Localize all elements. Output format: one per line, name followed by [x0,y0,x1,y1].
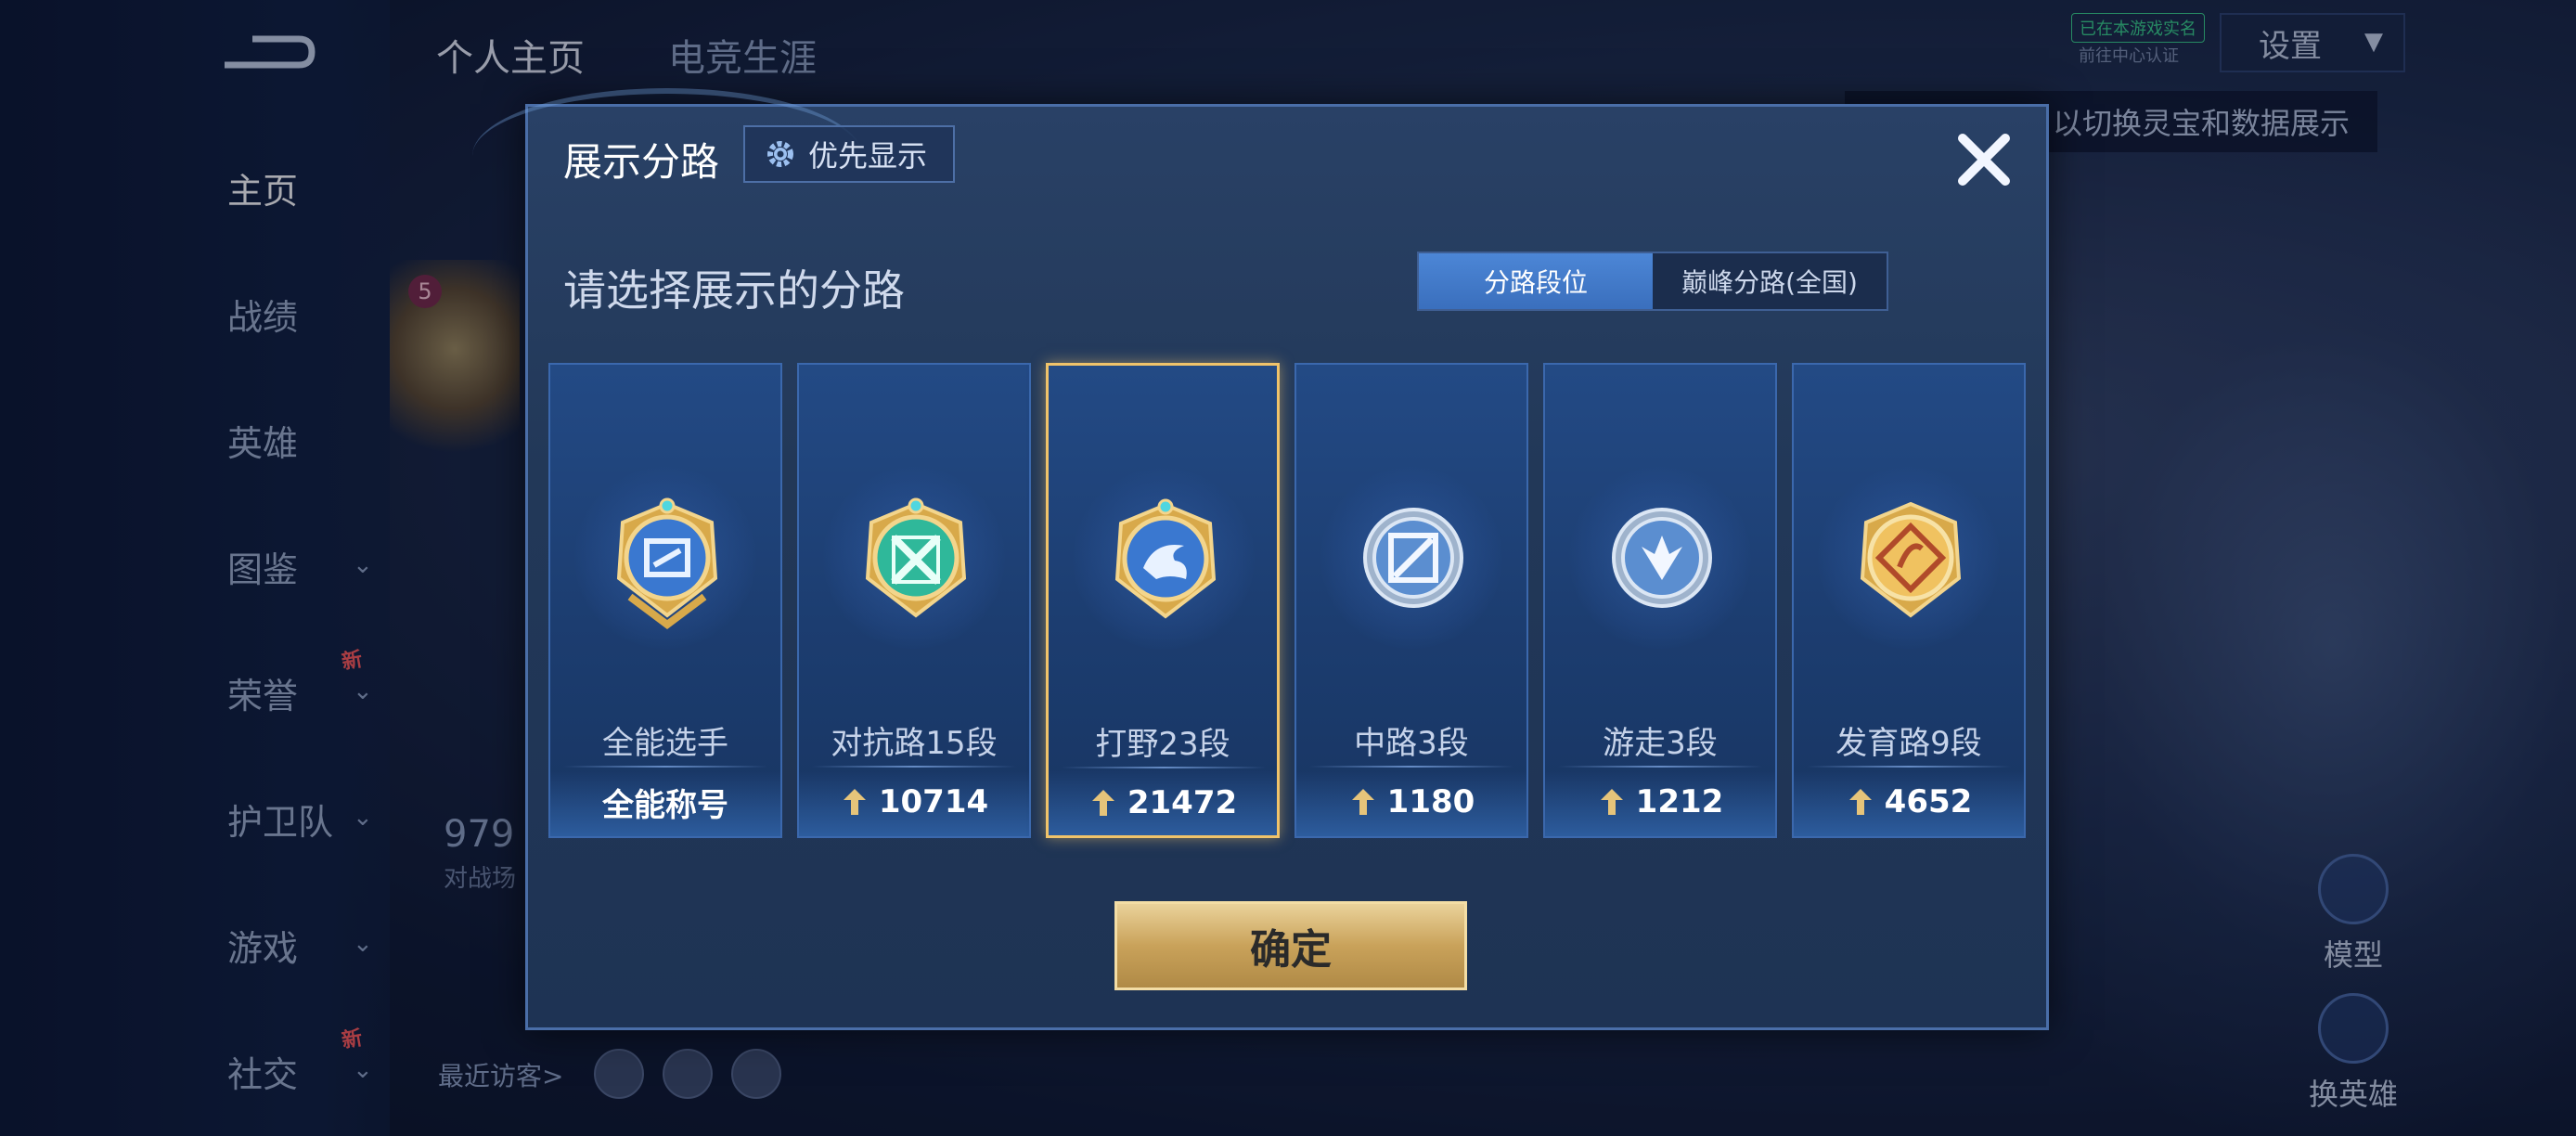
peak-score-icon [1600,789,1623,815]
divider [1062,767,1266,768]
peak-score-icon [1848,789,1872,815]
lane-card-jungle[interactable]: 打野23段 21472 [1046,363,1280,838]
all-rounder-emblem-icon [616,497,718,629]
lane-score-value: 10714 [878,783,989,820]
jungle-emblem-icon [1114,498,1217,619]
priority-display-button[interactable]: 优先显示 [743,125,955,183]
confirm-label: 确定 [1250,926,1332,974]
gear-icon [767,141,793,167]
lane-score: 10714 [799,781,1029,823]
lane-card-all-rounder[interactable]: 全能选手 全能称号 [548,363,782,838]
lane-score: 1180 [1296,781,1526,823]
lane-card-farm-lane[interactable]: 发育路9段 4652 [1792,363,2026,838]
lane-name: 游走3段 [1603,725,1718,762]
confirm-button[interactable]: 确定 [1114,901,1467,990]
lane-cards: 全能选手 全能称号 对抗路15段 10714 打野23段 21472 中路3段 … [548,363,2033,838]
lane-score-value: 全能称号 [602,786,728,824]
lane-name: 打野23段 [1095,726,1230,763]
lane-score: 21472 [1049,781,1277,824]
lane-score: 全能称号 [550,781,780,824]
lane-score: 1212 [1545,781,1775,823]
priority-label: 优先显示 [808,138,928,174]
clash-lane-emblem-icon [865,497,967,618]
lane-score-value: 1212 [1635,783,1724,820]
farm-lane-emblem-icon [1860,501,1962,618]
lane-card-mid-lane[interactable]: 中路3段 1180 [1294,363,1528,838]
divider [812,766,1016,768]
lane-score-value: 21472 [1127,784,1238,821]
lane-card-roam[interactable]: 游走3段 1212 [1543,363,1777,838]
lane-card-clash-lane[interactable]: 对抗路15段 10714 [797,363,1031,838]
tab-peak-lane-national[interactable]: 巅峰分路(全国) [1653,253,1887,309]
lane-name: 对抗路15段 [831,725,998,762]
roam-emblem-icon [1612,508,1712,608]
lane-score-value: 1180 [1386,783,1475,820]
divider [1807,766,2011,768]
lane-score-value: 4652 [1884,783,1973,820]
lane-name: 中路3段 [1354,725,1469,762]
peak-score-icon [843,789,866,815]
lane-score: 4652 [1794,781,2024,823]
lane-name: 全能选手 [602,725,728,762]
lane-type-toggle: 分路段位 巅峰分路(全国) [1417,252,1888,311]
tab-lane-rank[interactable]: 分路段位 [1419,253,1653,309]
close-icon[interactable] [1951,127,2016,192]
divider [1309,766,1513,768]
dialog-subtitle: 请选择展示的分路 [563,265,905,316]
lane-display-dialog: 展示分路 优先显示 请选择展示的分路 分路段位 巅峰分路(全国) 全能选手 全能… [472,88,2049,1030]
lane-name: 发育路9段 [1835,725,1982,762]
divider [1558,766,1762,768]
divider [563,766,767,768]
dialog-title: 展示分路 [563,139,720,185]
peak-score-icon [1351,789,1374,815]
peak-score-icon [1091,790,1114,816]
mid-lane-emblem-icon [1363,508,1463,608]
